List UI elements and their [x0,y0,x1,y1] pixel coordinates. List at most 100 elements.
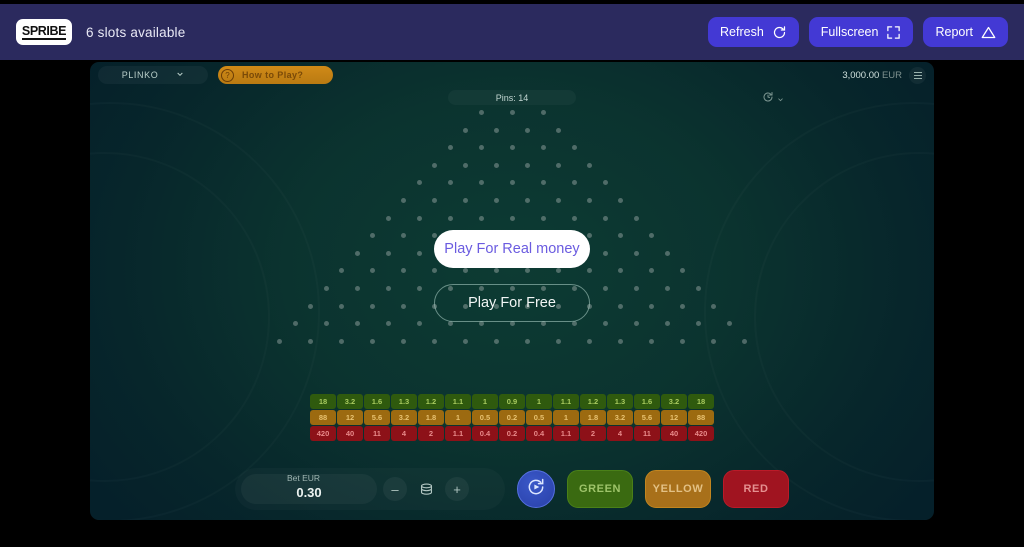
multiplier-cell: 5.6 [634,410,660,425]
chips-icon[interactable] [413,476,439,502]
pin [509,180,515,186]
balance-currency: EUR [881,69,902,81]
slots-available-label: 6 slots available [86,24,186,40]
bet-red-button[interactable]: RED [723,470,789,508]
bet-green-button[interactable]: GREEN [567,470,633,508]
pin-row [90,145,934,163]
play-for-free-button[interactable]: Play For Free [434,284,590,322]
pin [463,338,468,344]
game-header-right: 3,000.00 EUR [842,66,926,84]
multiplier-cell: 0.5 [526,410,552,425]
pin [401,338,406,344]
multiplier-cell: 1.1 [445,394,471,409]
pin-row [90,180,934,198]
multiplier-cell: 1.8 [418,410,444,425]
pin [277,338,282,344]
pin [339,338,344,344]
pin [571,180,577,186]
pin [509,110,515,115]
pin-row [90,338,934,357]
pin [416,180,422,186]
how-to-play-button[interactable]: ? How to Play? [218,66,334,84]
fullscreen-button[interactable]: Fullscreen [808,17,914,47]
multiplier-cell: 1.2 [580,394,606,409]
pin [571,145,577,151]
how-to-play-label: How to Play? [242,70,304,80]
fullscreen-button-label: Fullscreen [820,25,879,39]
pin [494,338,499,344]
pin-row [90,197,934,216]
pin [494,127,499,133]
pin [556,127,561,133]
pin [447,215,453,221]
auto-play-icon [526,477,546,502]
pin [494,197,499,203]
pin [540,215,546,221]
spribe-logo: SPRIBE [16,19,72,45]
bet-decrease-button[interactable]: – [383,477,407,501]
multiplier-cell: 2 [580,426,606,441]
pin [478,110,484,115]
multiplier-cell: 1 [445,410,471,425]
pin [587,338,592,344]
multiplier-cell: 5.6 [364,410,390,425]
multiplier-grid: 18 3.2 1.6 1.3 1.2 1.1 1 0.9 1 1.1 1.2 1.3 1.6 3.2 18 … [310,394,714,441]
pins-count-label: Pins: 14 [448,90,576,105]
play-for-real-money-button[interactable]: Play For Real money [434,230,590,268]
pin [602,215,608,221]
pin [401,197,406,203]
pin [587,162,592,168]
pin [540,110,546,115]
pin [463,197,468,203]
pin [370,338,375,344]
refresh-button[interactable]: Refresh [708,17,799,47]
multiplier-cell: 1.8 [580,410,606,425]
multiplier-cell: 88 [688,410,714,425]
pin [680,338,685,344]
pin-row [90,162,934,181]
pin [447,180,453,186]
report-button-label: Report [935,25,973,39]
multiplier-cell: 0.5 [472,410,498,425]
pin [525,162,530,168]
pin [509,145,515,151]
pin [447,145,453,151]
menu-button[interactable] [909,66,926,84]
chevron-down-icon [176,70,184,80]
multiplier-cell: 420 [310,426,336,441]
multiplier-row-green: 18 3.2 1.6 1.3 1.2 1.1 1 0.9 1 1.1 1.2 1.3 1.6 3.2 18 [310,394,714,409]
auto-play-button[interactable] [517,470,555,508]
pin [711,338,716,344]
fullscreen-icon [886,25,901,40]
history-icon [762,90,774,108]
multiplier-cell: 4 [607,426,633,441]
multiplier-cell: 12 [661,410,687,425]
pin [525,338,530,344]
multiplier-cell: 11 [634,426,660,441]
multiplier-cell: 88 [310,410,336,425]
multiplier-cell: 12 [337,410,363,425]
bet-increase-button[interactable]: + [445,477,469,501]
multiplier-cell: 1 [553,410,579,425]
multiplier-cell: 11 [364,426,390,441]
multiplier-cell: 1.1 [553,394,579,409]
bet-label: Bet EUR [287,473,321,483]
game-header: PLINKO ? How to Play? 3,000.00 EUR [90,62,934,88]
history-button[interactable] [762,90,784,108]
pin [525,127,530,133]
pin-row [90,127,934,146]
pin [432,197,437,203]
pin [478,215,484,221]
pin [633,215,639,221]
bottom-controls: Bet EUR 0.30 – + GREEN YELLOW RED [90,458,934,520]
pin [432,338,437,344]
game-select[interactable]: PLINKO [98,66,208,84]
report-button[interactable]: Report [923,17,1008,47]
multiplier-row-yellow: 88 12 5.6 3.2 1.8 1 0.5 0.2 0.5 1 1.8 3.2 5.6 12 88 [310,410,714,425]
pins-bar: Pins: 14 [90,90,934,108]
pin [509,215,515,221]
bet-yellow-button[interactable]: YELLOW [645,470,711,508]
pin [416,215,422,221]
pin [556,162,561,168]
multiplier-cell: 3.2 [661,394,687,409]
